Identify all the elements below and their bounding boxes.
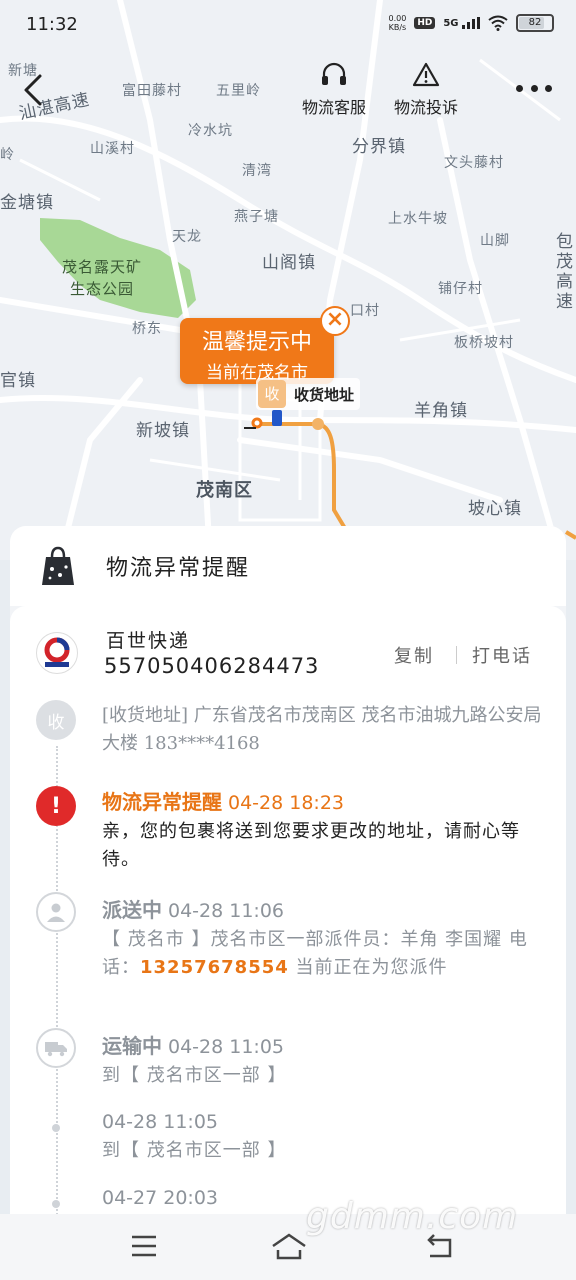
map-label: 山阁镇 [262, 253, 316, 273]
map-label: 金塘镇 [0, 193, 54, 213]
event-time: 04-28 11:05 [168, 1036, 285, 1058]
more-button[interactable] [516, 78, 552, 98]
close-icon[interactable]: × [320, 306, 350, 336]
event-time: 04-28 11:05 [102, 1111, 219, 1133]
event-time: 04-28 18:23 [228, 792, 345, 814]
home-button[interactable] [270, 1232, 310, 1262]
timeline-event: 04-28 11:05 到【 茂名市区一部 】 [102, 1108, 542, 1165]
address-badge: 收 [36, 700, 76, 740]
map-label: 口村 [350, 303, 380, 319]
map-label-park: 茂名露天矿 生态公园 [62, 258, 143, 298]
courier-logo [36, 632, 78, 674]
event-body: 亲，您的包裹将送到您要求更改的地址，请耐心等待。 [102, 821, 520, 870]
sheet-header: 物流异常提醒 [10, 526, 566, 606]
event-time: 04-27 20:03 [102, 1187, 219, 1209]
event-status: 物流异常提醒 [102, 790, 222, 814]
map-label: 五里岭 [216, 83, 261, 99]
event-body: 到【 茂名市区一部 】 [102, 1065, 287, 1086]
watermark: gdmm.com [306, 1196, 519, 1237]
map-label: 官镇 [0, 371, 36, 391]
address-pin-label: 收货地址 [294, 385, 355, 404]
divider [456, 646, 457, 664]
copy-button[interactable]: 复制 [394, 642, 434, 668]
delivery-address[interactable]: [收货地址] 广东省茂名市茂南区 茂名市油城九路公安局大楼 183****416… [102, 702, 542, 758]
courier-name: 百世快递 [106, 630, 191, 652]
map-label: 桥东 [132, 321, 162, 337]
tip-bubble[interactable]: 温馨提示中 当前在茂名市 [180, 318, 334, 384]
map-view[interactable]: 新塘 汕湛高速 富田藤村 五里岭 冷水坑 山溪村 岭 分界镇 文头藤村 清湾 金… [0, 0, 576, 560]
status-bar: 11:32 0.00 KB/s HD 5G 82 [0, 0, 576, 52]
warning-icon [412, 62, 440, 87]
address-pin[interactable]: 收 收货地址 [256, 378, 361, 410]
address-pin-badge: 收 [258, 380, 286, 408]
package-alert-icon [36, 544, 80, 588]
map-label: 文头藤村 [444, 155, 504, 171]
map-label: 山溪村 [90, 141, 135, 157]
truck-icon [36, 1028, 76, 1068]
event-status: 派送中 [102, 898, 162, 922]
map-label: 坡心镇 [468, 499, 522, 519]
map-label: 冷水坑 [188, 123, 233, 139]
map-label: 铺仔村 [438, 281, 483, 297]
logistics-sheet: 物流异常提醒 百世快递 557050406284473 复制 打电话 收 [收货… [10, 526, 566, 1226]
event-body-suffix: 当前正在为您派件 [288, 957, 448, 978]
map-label: 新坡镇 [136, 421, 190, 441]
map-label: 分界镇 [352, 137, 406, 157]
menu-button[interactable] [128, 1232, 164, 1262]
timeline-dot [52, 1200, 60, 1208]
timeline-event: 运输中 04-28 11:05 到【 茂名市区一部 】 [102, 1032, 542, 1090]
map-label-district: 茂南区 [196, 480, 253, 501]
map-label: 燕子塘 [234, 209, 279, 225]
map-label-expressway: 包茂高速 [556, 232, 574, 312]
call-button[interactable]: 打电话 [472, 642, 532, 668]
map-label: 富田藤村 [122, 83, 182, 99]
courier-row: 百世快递 557050406284473 复制 打电话 [36, 626, 546, 686]
back-button[interactable] [18, 72, 50, 108]
logistics-complaint-label: 物流投诉 [394, 98, 459, 117]
status-icons: 0.00 KB/s HD 5G 82 [389, 14, 554, 32]
tracking-card: 百世快递 557050406284473 复制 打电话 收 [收货地址] 广东省… [10, 606, 566, 1226]
logistics-service-label: 物流客服 [302, 98, 367, 117]
map-label: 清湾 [242, 163, 272, 179]
map-label: 天龙 [172, 229, 202, 245]
logistics-service-button[interactable]: 物流客服 [302, 62, 366, 118]
event-status: 运输中 [102, 1034, 162, 1058]
battery-icon: 82 [516, 14, 554, 32]
courier-phone-link[interactable]: 13257678554 [140, 957, 289, 978]
map-label: 板桥坡村 [454, 335, 514, 351]
logistics-complaint-button[interactable]: 物流投诉 [394, 62, 458, 118]
timeline-event: 物流异常提醒 04-28 18:23 亲，您的包裹将送到您要求更改的地址，请耐心等… [102, 788, 542, 874]
map-label: 上水牛坡 [388, 211, 448, 227]
wifi-icon [488, 15, 508, 31]
chevron-left-icon [24, 74, 42, 106]
home-icon [272, 1233, 306, 1260]
map-label: 岭 [0, 147, 15, 163]
alert-icon: ! [36, 786, 76, 826]
menu-icon [132, 1235, 156, 1257]
network-speed: 0.00 KB/s [388, 14, 407, 32]
map-label: 山脚 [480, 233, 510, 249]
tracking-number: 557050406284473 [104, 654, 320, 678]
hd-icon: HD [414, 17, 436, 29]
status-time: 11:32 [26, 14, 78, 35]
event-time: 04-28 11:06 [168, 900, 285, 922]
headset-icon [322, 62, 346, 85]
sheet-title: 物流异常提醒 [106, 556, 251, 581]
courier-person-icon [36, 892, 76, 932]
tip-title: 温馨提示中 [201, 330, 312, 355]
event-body: 到【 茂名市区一部 】 [102, 1140, 287, 1161]
timeline-dot [52, 1124, 60, 1132]
timeline-event: 派送中 04-28 11:06 【 茂名市 】茂名市区一部派件员：羊角 李国耀 电… [102, 896, 542, 982]
map-label: 羊角镇 [414, 401, 468, 421]
signal-icon: 5G [443, 17, 480, 29]
